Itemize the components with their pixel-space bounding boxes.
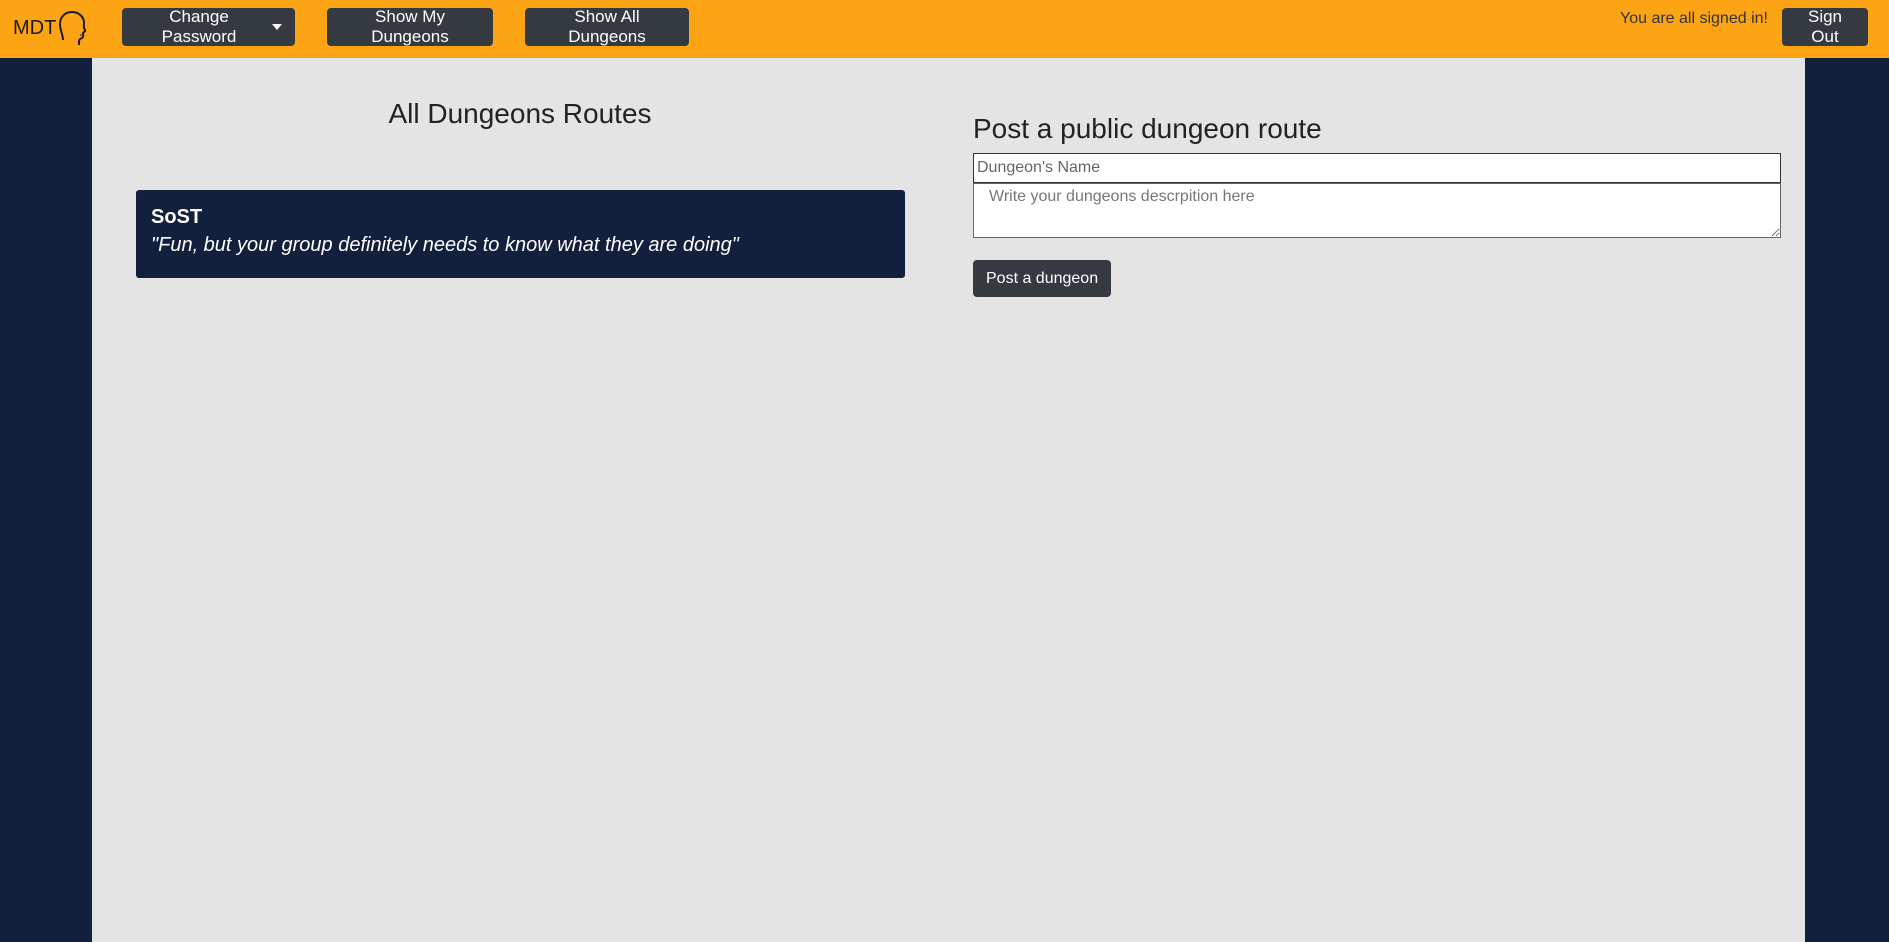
dungeon-name-input[interactable] [973, 153, 1781, 183]
dungeon-card[interactable]: SoST "Fun, but your group definitely nee… [136, 190, 905, 278]
dungeon-name: SoST [151, 206, 203, 228]
post-form-title: Post a public dungeon route [973, 113, 1322, 144]
dungeon-description-textarea[interactable] [973, 183, 1781, 238]
change-password-label: Change Password [161, 7, 237, 46]
show-my-dungeons-button[interactable]: Show My Dungeons [327, 7, 493, 46]
sign-out-button[interactable]: Sign Out [1782, 7, 1868, 46]
brand[interactable]: MDT [13, 10, 87, 46]
signed-in-message: You are all signed in! [1620, 10, 1768, 27]
head-profile-icon [59, 10, 87, 45]
post-dungeon-button[interactable]: Post a dungeon [973, 260, 1112, 297]
caret-down-icon [272, 24, 282, 30]
main-content: All Dungeons Routes SoST "Fun, but your … [92, 58, 1805, 942]
dungeon-description: "Fun, but your group definitely needs to… [151, 234, 739, 256]
dungeon-list-title: All Dungeons Routes [388, 98, 652, 129]
top-navbar: MDT Change Password Show My Dungeons Sho… [0, 0, 1889, 58]
change-password-dropdown-button[interactable]: Change Password [122, 7, 295, 46]
show-all-dungeons-button[interactable]: Show All Dungeons [525, 7, 689, 46]
brand-text: MDT [13, 16, 57, 39]
